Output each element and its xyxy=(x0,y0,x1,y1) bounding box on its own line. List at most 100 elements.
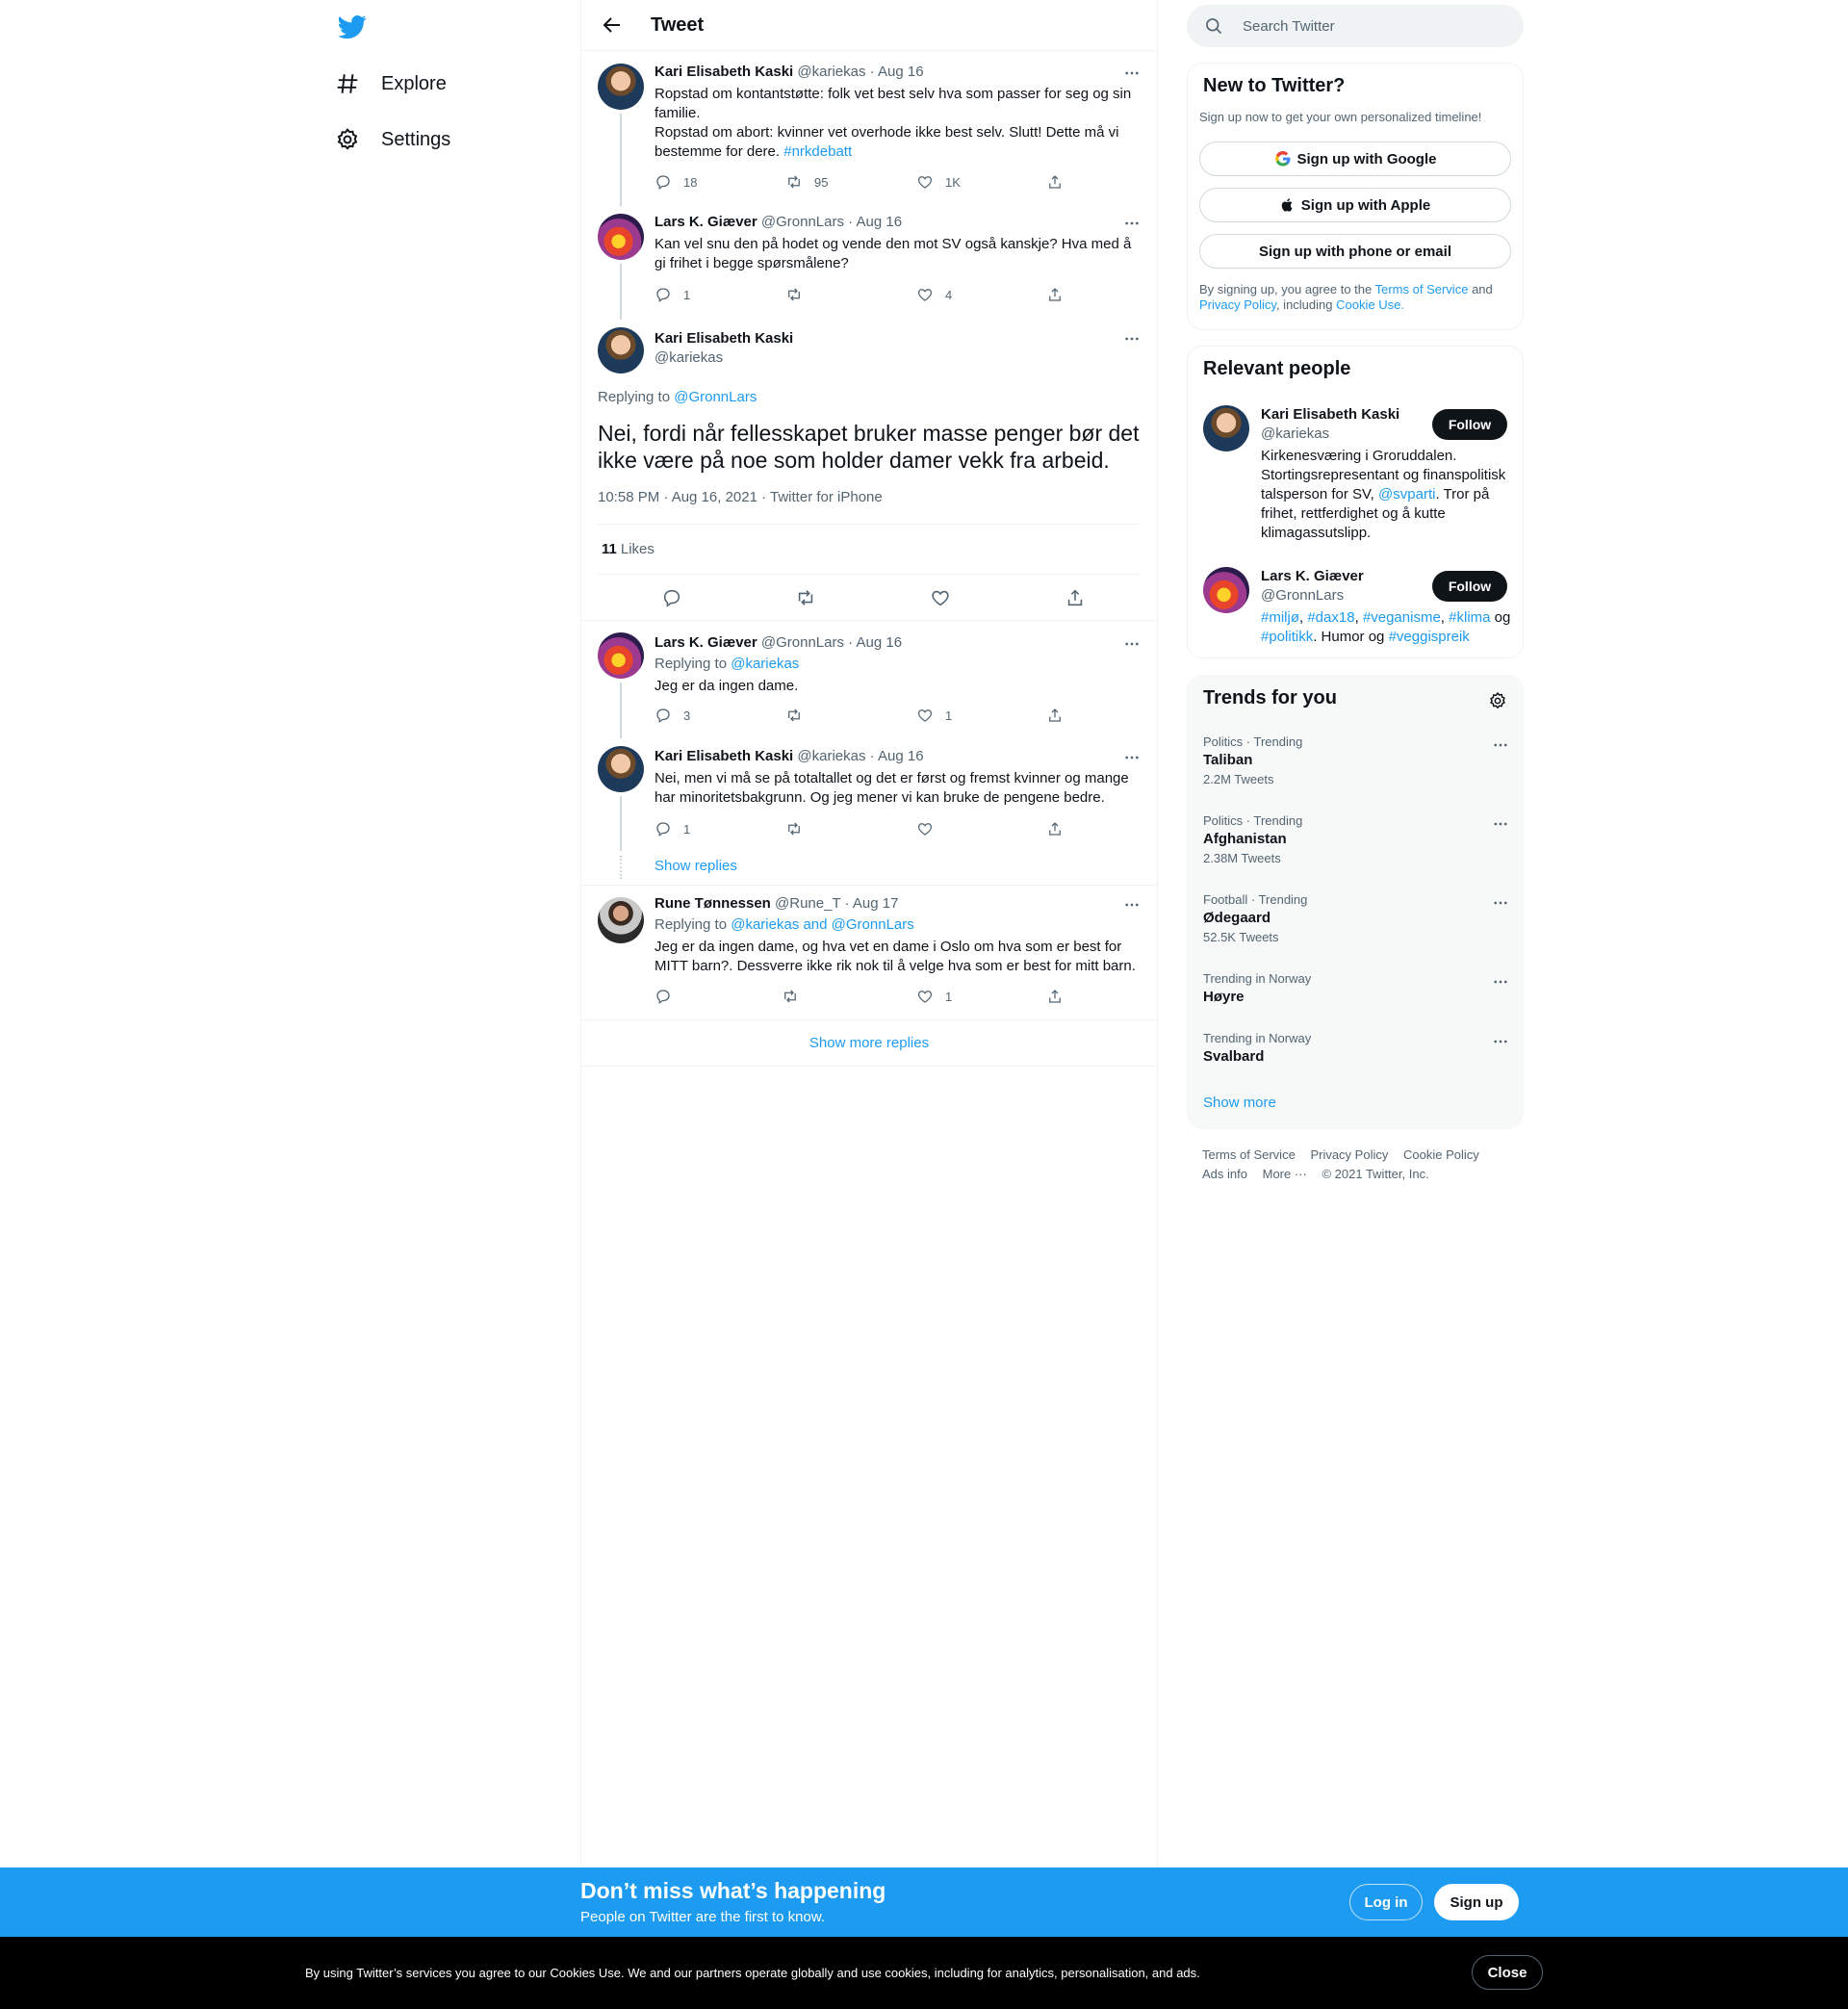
hashtag-link[interactable]: #politikk xyxy=(1261,629,1313,645)
share-button[interactable] xyxy=(1046,173,1064,191)
reply-button[interactable]: 1 xyxy=(654,820,690,837)
retweet-button[interactable] xyxy=(785,286,803,303)
more-dots-icon[interactable] xyxy=(1492,736,1509,754)
reply-icon[interactable] xyxy=(661,587,682,608)
author-name[interactable]: Kari Elisabeth Kaski xyxy=(654,330,793,347)
like-button[interactable]: 1K xyxy=(916,173,961,191)
avatar[interactable] xyxy=(598,214,644,260)
reply-tweet[interactable]: Lars K. Giæver @GronnLars · Aug 16 Reply… xyxy=(581,621,1157,738)
tweet-date[interactable]: · Aug 16 xyxy=(848,214,902,230)
reply-tweet[interactable]: Rune Tønnessen @Rune_T · Aug 17 Replying… xyxy=(581,886,1157,1020)
likes-stat[interactable]: 11 Likes xyxy=(598,524,1141,575)
avatar[interactable] xyxy=(598,64,644,110)
retweet-button[interactable] xyxy=(785,707,803,724)
replying-to-link[interactable]: @GronnLars xyxy=(674,389,757,405)
replying-to-link[interactable]: @kariekas and @GronnLars xyxy=(731,916,914,933)
gear-icon[interactable] xyxy=(1488,691,1507,710)
avatar[interactable] xyxy=(598,746,644,792)
more-dots-icon[interactable] xyxy=(1492,815,1509,833)
reply-button[interactable] xyxy=(654,988,672,1005)
author-handle[interactable]: @kariekas xyxy=(797,748,865,764)
author-handle[interactable]: @Rune_T xyxy=(775,895,840,912)
follow-button[interactable]: Follow xyxy=(1432,409,1507,440)
close-button[interactable]: Close xyxy=(1472,1955,1543,1990)
like-button[interactable] xyxy=(916,820,934,837)
more-dots-icon[interactable] xyxy=(1123,635,1141,653)
privacy-link[interactable]: Privacy Policy xyxy=(1199,297,1276,312)
person-handle[interactable]: @kariekas xyxy=(1261,425,1329,442)
trend-item[interactable]: Trending in Norway Høyre xyxy=(1203,971,1509,1005)
hashtag-link[interactable]: #nrkdebatt xyxy=(783,143,852,160)
retweet-button[interactable] xyxy=(785,820,803,837)
person-name[interactable]: Lars K. Giæver xyxy=(1261,568,1364,584)
retweet-button[interactable] xyxy=(782,988,799,1005)
more-dots-icon[interactable] xyxy=(1123,64,1141,82)
sign-up-google-button[interactable]: Sign up with Google xyxy=(1199,142,1511,176)
author-handle[interactable]: @GronnLars xyxy=(761,214,844,230)
reply-tweet[interactable]: Kari Elisabeth Kaski @kariekas · Aug 16 … xyxy=(581,734,1157,885)
nav-settings[interactable]: Settings xyxy=(335,118,450,161)
show-replies-link[interactable]: Show replies xyxy=(654,858,737,874)
author-handle[interactable]: @kariekas xyxy=(797,64,865,80)
replying-to-link[interactable]: @kariekas xyxy=(731,656,799,672)
author-name[interactable]: Rune Tønnessen xyxy=(654,895,771,912)
hashtag-link[interactable]: #klima xyxy=(1449,609,1490,626)
person-handle[interactable]: @GronnLars xyxy=(1261,587,1344,604)
share-button[interactable] xyxy=(1046,988,1064,1005)
sign-up-button[interactable]: Sign up xyxy=(1434,1884,1519,1920)
author-handle[interactable]: @GronnLars xyxy=(761,634,844,651)
like-button[interactable]: 4 xyxy=(916,286,952,303)
avatar[interactable] xyxy=(1203,567,1249,613)
author-name[interactable]: Kari Elisabeth Kaski xyxy=(654,748,793,764)
follow-button[interactable]: Follow xyxy=(1432,571,1507,602)
trend-item[interactable]: Politics · Trending Afghanistan 2.38M Tw… xyxy=(1203,813,1509,865)
avatar[interactable] xyxy=(1203,405,1249,451)
person-name[interactable]: Kari Elisabeth Kaski xyxy=(1261,406,1399,423)
share-button[interactable] xyxy=(1046,707,1064,724)
reply-button[interactable]: 1 xyxy=(654,286,690,303)
tweet-date[interactable]: · Aug 17 xyxy=(845,895,899,912)
like-button[interactable]: 1 xyxy=(916,707,952,724)
trend-item[interactable]: Football · Trending Ødegaard 52.5K Tweet… xyxy=(1203,892,1509,944)
log-in-button[interactable]: Log in xyxy=(1349,1884,1423,1920)
author-handle[interactable]: @kariekas xyxy=(654,349,723,366)
heart-icon[interactable] xyxy=(930,587,951,608)
cookie-link[interactable]: Cookie Use. xyxy=(1336,297,1404,312)
bio-mention-link[interactable]: @svparti xyxy=(1378,486,1435,502)
author-name[interactable]: Kari Elisabeth Kaski xyxy=(654,64,793,80)
more-dots-icon[interactable] xyxy=(1123,330,1141,348)
more-dots-icon[interactable] xyxy=(1492,973,1509,991)
hashtag-link[interactable]: #veganisme xyxy=(1363,609,1441,626)
sign-up-apple-button[interactable]: Sign up with Apple xyxy=(1199,188,1511,222)
retweet-icon[interactable] xyxy=(795,587,816,608)
avatar[interactable] xyxy=(598,632,644,679)
hashtag-link[interactable]: #dax18 xyxy=(1307,609,1354,626)
avatar[interactable] xyxy=(598,327,644,373)
sign-up-phone-button[interactable]: Sign up with phone or email xyxy=(1199,234,1511,269)
author-name[interactable]: Lars K. Giæver xyxy=(654,214,757,230)
footer-cookie-link[interactable]: Cookie Policy xyxy=(1403,1147,1479,1162)
thread-tweet[interactable]: Lars K. Giæver @GronnLars · Aug 16 Kan v… xyxy=(581,202,1157,320)
search-input[interactable]: Search Twitter xyxy=(1187,5,1524,47)
nav-explore[interactable]: Explore xyxy=(335,63,447,105)
footer-privacy-link[interactable]: Privacy Policy xyxy=(1310,1147,1388,1162)
footer-more-link[interactable]: More ··· xyxy=(1263,1167,1307,1181)
back-arrow-icon[interactable] xyxy=(601,13,624,37)
share-icon[interactable] xyxy=(1065,587,1086,608)
thread-tweet[interactable]: Kari Elisabeth Kaski @kariekas · Aug 16 … xyxy=(581,52,1157,206)
tweet-date[interactable]: · Aug 16 xyxy=(870,64,924,80)
more-dots-icon[interactable] xyxy=(1123,896,1141,914)
footer-ads-link[interactable]: Ads info xyxy=(1202,1167,1247,1181)
show-more-replies-link[interactable]: Show more replies xyxy=(581,1035,1157,1051)
trend-item[interactable]: Politics · Trending Taliban 2.2M Tweets xyxy=(1203,734,1509,786)
trend-item[interactable]: Trending in Norway Svalbard xyxy=(1203,1031,1509,1065)
tweet-timestamp[interactable]: 10:58 PM · Aug 16, 2021 · Twitter for iP… xyxy=(598,489,883,505)
author-name[interactable]: Lars K. Giæver xyxy=(654,634,757,651)
hashtag-link[interactable]: #veggispreik xyxy=(1389,629,1470,645)
twitter-logo-icon[interactable] xyxy=(338,13,367,41)
avatar[interactable] xyxy=(598,897,644,943)
tweet-date[interactable]: · Aug 16 xyxy=(848,634,902,651)
tweet-date[interactable]: · Aug 16 xyxy=(870,748,924,764)
like-button[interactable]: 1 xyxy=(916,988,952,1005)
share-button[interactable] xyxy=(1046,286,1064,303)
